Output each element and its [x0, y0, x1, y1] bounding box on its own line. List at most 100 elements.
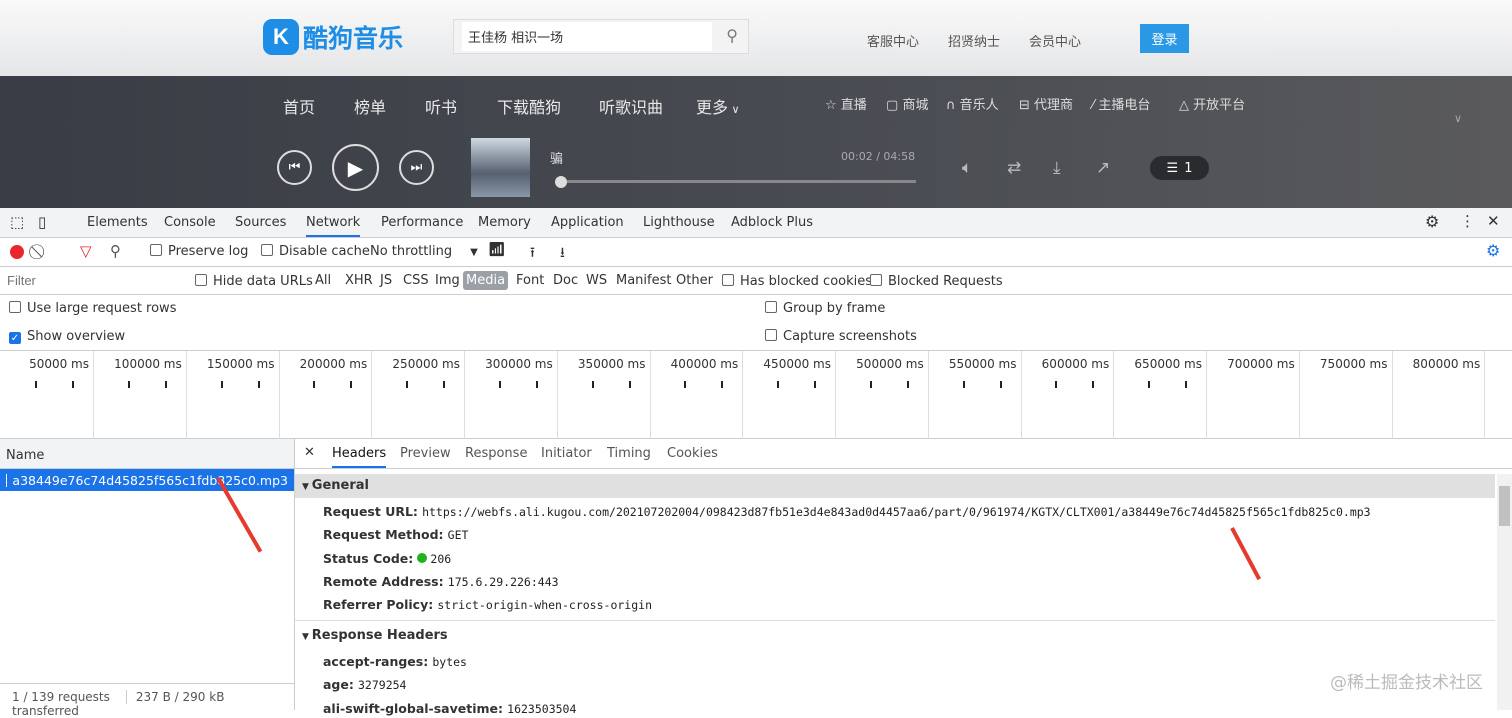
subnav-agent[interactable]: ⊟ 代理商 [1019, 94, 1073, 113]
type-filter-all[interactable]: All [312, 271, 334, 290]
detail-tab-initiator[interactable]: Initiator [541, 446, 592, 461]
overview-mark [165, 381, 167, 388]
type-filter-img[interactable]: Img [432, 271, 463, 290]
download-icon[interactable]: ⤓ [1053, 158, 1061, 178]
volume-icon[interactable]: 🔈︎ [962, 158, 972, 178]
subnav-label: 直播 [841, 98, 867, 113]
subnav-shop[interactable]: ▢ 商城 [886, 94, 928, 113]
search-icon[interactable]: ⚲ [726, 26, 738, 45]
download-icon[interactable]: ⭳ [560, 242, 565, 266]
subnav-headphone[interactable]: ∩ 音乐人 [946, 94, 999, 113]
kugou-logo[interactable]: K酷狗音乐 [263, 19, 403, 55]
scrollbar[interactable] [1497, 474, 1512, 710]
nav-recognize[interactable]: 听歌识曲 [599, 94, 663, 118]
settings-icon[interactable]: ⚙ [1486, 241, 1500, 260]
header-value: 1623503504 [507, 702, 576, 716]
filter-icon[interactable]: ▽ [80, 242, 92, 260]
type-filter-doc[interactable]: Doc [550, 271, 581, 290]
progress-handle[interactable] [555, 176, 567, 188]
subnav-star[interactable]: ☆ 直播 [825, 94, 867, 113]
search-icon[interactable]: ⚲ [110, 242, 121, 260]
detail-tab-timing[interactable]: Timing [607, 446, 651, 461]
next-button[interactable]: ⏭ [399, 150, 434, 185]
album-cover[interactable] [471, 138, 530, 197]
group-by-frame-checkbox[interactable]: Group by frame [765, 301, 885, 316]
general-row: Remote Address: 175.6.29.226:443 [323, 574, 559, 590]
record-icon[interactable] [10, 245, 24, 259]
large-rows-checkbox[interactable]: Use large request rows [9, 301, 176, 316]
type-filter-other[interactable]: Other [673, 271, 716, 290]
upload-icon[interactable]: ⭱ [530, 242, 535, 266]
tab-performance[interactable]: Performance [381, 215, 463, 230]
more-icon[interactable]: ⋮ [1460, 212, 1475, 230]
nav-charts[interactable]: 榜单 [354, 94, 386, 118]
general-section-header[interactable]: ▼ General [295, 474, 1495, 498]
network-conditions-icon[interactable]: 📶︎ [488, 242, 506, 258]
overview-mark [814, 381, 816, 388]
tab-elements[interactable]: Elements [87, 215, 148, 230]
link-jobs[interactable]: 招贤纳士 [948, 31, 1000, 50]
request-row[interactable]: a38449e76c74d45825f565c1fdb825c0.mp3 [0, 469, 294, 491]
preserve-log-checkbox[interactable]: Preserve log [150, 244, 248, 259]
link-vip[interactable]: 会员中心 [1029, 31, 1081, 50]
repeat-icon[interactable]: ⇄ [1007, 158, 1021, 178]
type-filter-js[interactable]: JS [377, 271, 395, 290]
progress-slider[interactable] [556, 180, 916, 183]
chevron-down-icon[interactable]: ∨ [1454, 112, 1462, 125]
login-button[interactable]: 登录 [1140, 24, 1189, 53]
detail-tab-cookies[interactable]: Cookies [667, 446, 718, 461]
detail-tab-preview[interactable]: Preview [400, 446, 451, 461]
tab-sources[interactable]: Sources [235, 215, 286, 230]
header-value: bytes [432, 655, 467, 669]
search-input[interactable] [462, 22, 712, 51]
device-toggle-icon[interactable]: ▯ [38, 213, 46, 231]
type-filter-media[interactable]: Media [463, 271, 508, 290]
tab-console[interactable]: Console [164, 215, 216, 230]
tab-memory[interactable]: Memory [478, 215, 531, 230]
show-overview-checkbox[interactable]: ✓Show overview [9, 329, 125, 344]
status-bar: 1 / 139 requests237 B / 290 kB transferr… [0, 683, 294, 710]
blocked-requests-checkbox[interactable]: Blocked Requests [870, 274, 1003, 289]
type-filter-xhr[interactable]: XHR [342, 271, 376, 290]
play-button[interactable]: ▶ [332, 144, 379, 191]
filter-input[interactable] [3, 270, 181, 291]
overview-mark [1185, 381, 1187, 388]
close-icon[interactable]: ✕ [1487, 212, 1500, 230]
type-filter-font[interactable]: Font [513, 271, 547, 290]
tab-adblock[interactable]: Adblock Plus [731, 215, 813, 230]
subnav-label: 音乐人 [960, 98, 999, 113]
nav-home[interactable]: 首页 [283, 94, 315, 118]
tab-application[interactable]: Application [551, 215, 624, 230]
tab-lighthouse[interactable]: Lighthouse [643, 215, 715, 230]
close-details-icon[interactable]: ✕ [304, 445, 315, 460]
mic-icon: ⁄ [1092, 98, 1094, 113]
detail-tab-headers[interactable]: Headers [332, 446, 386, 468]
playlist-button[interactable]: ☰1 [1150, 156, 1209, 180]
link-service[interactable]: 客服中心 [867, 31, 919, 50]
capture-screenshots-checkbox[interactable]: Capture screenshots [765, 329, 917, 344]
nav-audiobooks[interactable]: 听书 [425, 94, 457, 118]
has-blocked-cookies-checkbox[interactable]: Has blocked cookies [722, 274, 872, 289]
tab-network[interactable]: Network [306, 215, 360, 237]
subnav-mic[interactable]: ⁄ 主播电台 [1092, 94, 1150, 113]
response-headers-section-header[interactable]: ▼ Response Headers [302, 628, 448, 643]
hide-data-urls-checkbox[interactable]: Hide data URLs [195, 274, 313, 289]
subnav-platform[interactable]: △ 开放平台 [1179, 94, 1245, 113]
network-overview[interactable]: 50000 ms100000 ms150000 ms200000 ms25000… [0, 351, 1512, 439]
inspect-icon[interactable]: ⬚ [10, 213, 24, 231]
type-filter-manifest[interactable]: Manifest [613, 271, 674, 290]
type-filter-ws[interactable]: WS [583, 271, 610, 290]
detail-tab-response[interactable]: Response [465, 446, 527, 461]
prev-button[interactable]: ⏮ [277, 150, 312, 185]
disable-cache-checkbox[interactable]: Disable cache [261, 244, 370, 259]
throttling-select[interactable]: No throttling▼ [370, 244, 478, 259]
type-filter-css[interactable]: CSS [400, 271, 432, 290]
share-icon[interactable]: ↗ [1096, 158, 1110, 178]
name-column-header[interactable]: Name [0, 439, 294, 469]
overview-mark [1092, 381, 1094, 388]
nav-more[interactable]: 更多 ∨ [696, 94, 740, 118]
request-list: Name a38449e76c74d45825f565c1fdb825c0.mp… [0, 439, 295, 710]
settings-icon[interactable]: ⚙ [1425, 212, 1439, 231]
overview-tick-label: 300000 ms [465, 357, 553, 371]
nav-download[interactable]: 下载酷狗 [497, 94, 561, 118]
